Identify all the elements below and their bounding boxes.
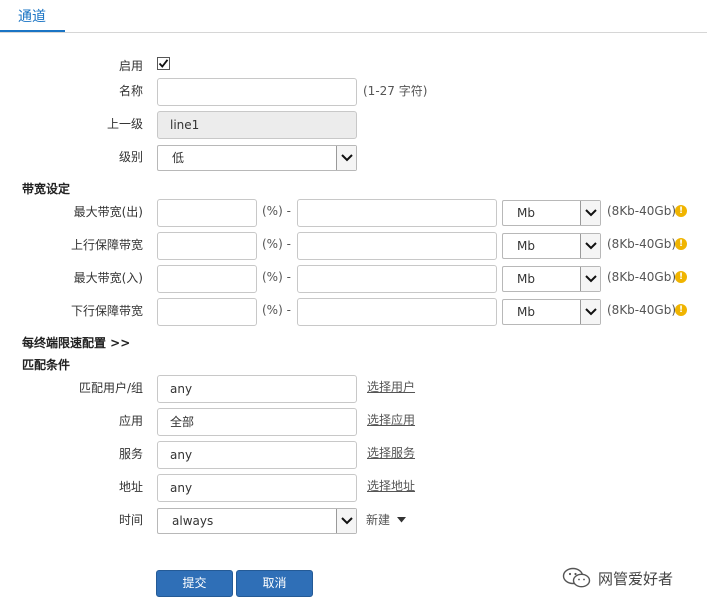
service-label: 服务 <box>118 447 143 461</box>
warning-icon[interactable]: ! <box>675 271 687 283</box>
per-terminal-rate-limit-link[interactable]: 每终端限速配置 >> <box>22 335 130 351</box>
bandwidth-range-hint: (8Kb-40Gb) <box>607 237 676 251</box>
up-guaranteed-percent-input[interactable] <box>157 232 257 260</box>
watermark-text: 网管爱好者 <box>598 569 674 588</box>
parent-field: line1 <box>157 111 357 139</box>
bandwidth-section-title: 带宽设定 <box>22 182 71 196</box>
wechat-icon <box>562 567 591 588</box>
watermark: 网管爱好者 <box>562 567 673 589</box>
name-hint: (1-27 字符) <box>363 84 428 98</box>
unit-select-value: Mb <box>517 272 535 286</box>
max-bandwidth-out-value-input[interactable] <box>297 199 497 227</box>
percent-separator: (%) - <box>262 270 291 284</box>
warning-icon[interactable]: ! <box>675 238 687 250</box>
bandwidth-range-hint: (8Kb-40Gb) <box>607 303 676 317</box>
checkmark-icon <box>158 59 169 68</box>
enable-label: 启用 <box>118 59 143 73</box>
match-user-input[interactable]: any <box>157 375 357 403</box>
level-select[interactable]: 低 <box>157 145 357 171</box>
unit-select-value: Mb <box>517 206 535 220</box>
max-bandwidth-in-percent-input[interactable] <box>157 265 257 293</box>
submit-button[interactable]: 提交 <box>156 570 233 597</box>
tab-divider <box>0 32 707 33</box>
bandwidth-range-hint: (8Kb-40Gb) <box>607 270 676 284</box>
cancel-button[interactable]: 取消 <box>236 570 313 597</box>
unit-select-value: Mb <box>517 305 535 319</box>
down-guaranteed-bandwidth-label: 下行保障带宽 <box>70 304 143 318</box>
max-bandwidth-in-value-input[interactable] <box>297 265 497 293</box>
new-time-label: 新建 <box>366 513 391 527</box>
up-guaranteed-value-input[interactable] <box>297 232 497 260</box>
app-input[interactable]: 全部 <box>157 408 357 436</box>
address-label: 地址 <box>118 480 143 494</box>
name-input[interactable] <box>157 78 357 106</box>
chevron-down-icon[interactable] <box>580 267 600 291</box>
new-time-dropdown[interactable]: 新建 <box>366 512 407 528</box>
warning-icon[interactable]: ! <box>675 304 687 316</box>
level-label: 级别 <box>118 150 143 164</box>
bandwidth-range-hint: (8Kb-40Gb) <box>607 204 676 218</box>
level-select-value: 低 <box>172 151 185 165</box>
select-address-link[interactable]: 选择地址 <box>367 478 415 494</box>
chevron-down-icon[interactable] <box>580 234 600 258</box>
match-conditions-section-title: 匹配条件 <box>22 358 71 372</box>
service-input[interactable]: any <box>157 441 357 469</box>
time-select[interactable]: always <box>157 508 357 534</box>
max-bandwidth-out-unit-select[interactable]: Mb <box>502 200 601 226</box>
chevron-down-icon[interactable] <box>336 509 356 533</box>
app-label: 应用 <box>118 414 143 428</box>
time-select-value: always <box>172 514 214 528</box>
select-service-link[interactable]: 选择服务 <box>367 445 415 461</box>
time-label: 时间 <box>118 513 143 527</box>
address-input[interactable]: any <box>157 474 357 502</box>
parent-label: 上一级 <box>106 117 143 131</box>
max-bandwidth-out-percent-input[interactable] <box>157 199 257 227</box>
caret-down-icon <box>397 517 407 523</box>
chevron-down-icon[interactable] <box>580 201 600 225</box>
down-guaranteed-unit-select[interactable]: Mb <box>502 299 601 325</box>
warning-icon[interactable]: ! <box>675 205 687 217</box>
enable-checkbox[interactable] <box>157 57 170 70</box>
up-guaranteed-unit-select[interactable]: Mb <box>502 233 601 259</box>
select-app-link[interactable]: 选择应用 <box>367 412 415 428</box>
unit-select-value: Mb <box>517 239 535 253</box>
max-bandwidth-out-label: 最大带宽(出) <box>73 205 143 219</box>
percent-separator: (%) - <box>262 237 291 251</box>
max-bandwidth-in-label: 最大带宽(入) <box>73 271 143 285</box>
chevron-down-icon[interactable] <box>580 300 600 324</box>
max-bandwidth-in-unit-select[interactable]: Mb <box>502 266 601 292</box>
select-user-link[interactable]: 选择用户 <box>367 379 415 395</box>
percent-separator: (%) - <box>262 204 291 218</box>
chevron-down-icon[interactable] <box>336 146 356 170</box>
down-guaranteed-value-input[interactable] <box>297 298 497 326</box>
down-guaranteed-percent-input[interactable] <box>157 298 257 326</box>
up-guaranteed-bandwidth-label: 上行保障带宽 <box>70 238 143 252</box>
name-label: 名称 <box>118 84 143 98</box>
tab-channel[interactable]: 通道 <box>18 6 46 26</box>
percent-separator: (%) - <box>262 303 291 317</box>
match-user-label: 匹配用户/组 <box>78 381 143 395</box>
